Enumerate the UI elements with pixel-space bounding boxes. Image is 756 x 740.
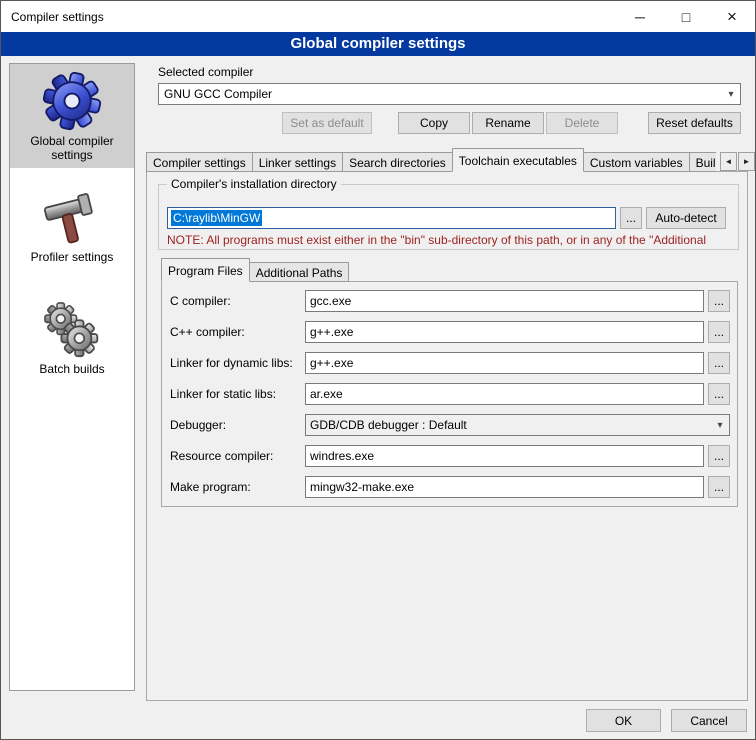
linker-static-browse-button[interactable]: ... xyxy=(708,383,730,405)
linker-dynamic-input[interactable]: g++.exe xyxy=(305,352,704,374)
installation-directory-value: C:\raylib\MinGW xyxy=(171,210,262,226)
installation-directory-input[interactable]: C:\raylib\MinGW xyxy=(167,207,616,229)
field-label: C++ compiler: xyxy=(170,325,245,339)
sidebar-item-label: Profiler settings xyxy=(12,250,132,264)
arrow-left-icon: ◄ xyxy=(725,157,733,166)
form-row-make-program: Make program: mingw32-make.exe ... xyxy=(162,476,737,498)
tab-custom-variables[interactable]: Custom variables xyxy=(583,152,690,172)
titlebar: Compiler settings ─ □ × xyxy=(1,1,755,32)
maximize-button[interactable]: □ xyxy=(663,1,709,32)
tab-program-files[interactable]: Program Files xyxy=(161,258,250,282)
form-row-resource-compiler: Resource compiler: windres.exe ... xyxy=(162,445,737,467)
selected-compiler-label: Selected compiler xyxy=(158,65,253,79)
close-button[interactable]: × xyxy=(709,1,755,32)
program-files-panel: C compiler: gcc.exe ... C++ compiler: g+… xyxy=(161,281,738,507)
cpp-compiler-input[interactable]: g++.exe xyxy=(305,321,704,343)
field-label: Linker for static libs: xyxy=(170,387,276,401)
note-text: NOTE: All programs must exist either in … xyxy=(167,233,741,247)
field-label: Make program: xyxy=(170,480,251,494)
sidebar-item-label: Global compiler settings xyxy=(12,134,132,162)
make-program-input[interactable]: mingw32-make.exe xyxy=(305,476,704,498)
program-tabstrip: Program Files Additional Paths xyxy=(161,258,561,282)
compiler-settings-dialog: Compiler settings ─ □ × Global compiler … xyxy=(0,0,756,740)
sidebar-item-global-compiler-settings[interactable]: Global compiler settings xyxy=(10,64,134,168)
compiler-select-value: GNU GCC Compiler xyxy=(164,87,272,101)
delete-button[interactable]: Delete xyxy=(546,112,618,134)
linker-dynamic-browse-button[interactable]: ... xyxy=(708,352,730,374)
field-label: Resource compiler: xyxy=(170,449,273,463)
installation-directory-group-label: Compiler's installation directory xyxy=(167,177,341,191)
tab-scroll-right-button[interactable]: ► xyxy=(738,152,755,171)
close-icon: × xyxy=(727,7,737,27)
tab-build-options[interactable]: Build xyxy=(689,152,716,172)
chevron-down-icon: ▾ xyxy=(711,420,729,431)
settings-tabstrip: Compiler settings Linker settings Search… xyxy=(146,148,716,172)
c-compiler-input[interactable]: gcc.exe xyxy=(305,290,704,312)
form-row-linker-dynamic: Linker for dynamic libs: g++.exe ... xyxy=(162,352,737,374)
cpp-compiler-browse-button[interactable]: ... xyxy=(708,321,730,343)
minimize-button[interactable]: ─ xyxy=(617,1,663,32)
profiler-tool-icon xyxy=(43,189,101,247)
form-row-c-compiler: C compiler: gcc.exe ... xyxy=(162,290,737,312)
compiler-gear-icon xyxy=(42,71,102,131)
cancel-button[interactable]: Cancel xyxy=(671,709,747,732)
rename-button[interactable]: Rename xyxy=(472,112,544,134)
set-as-default-button[interactable]: Set as default xyxy=(282,112,372,134)
debugger-select-value: GDB/CDB debugger : Default xyxy=(310,418,467,432)
form-row-linker-static: Linker for static libs: ar.exe ... xyxy=(162,383,737,405)
sidebar-item-batch-builds[interactable]: Batch builds xyxy=(10,294,134,382)
compiler-select[interactable]: GNU GCC Compiler ▾ xyxy=(158,83,741,105)
tab-scroll-left-button[interactable]: ◄ xyxy=(720,152,737,171)
c-compiler-browse-button[interactable]: ... xyxy=(708,290,730,312)
batch-gears-icon xyxy=(43,301,101,359)
debugger-select[interactable]: GDB/CDB debugger : Default ▾ xyxy=(305,414,730,436)
tab-additional-paths[interactable]: Additional Paths xyxy=(249,262,350,282)
sidebar-item-profiler-settings[interactable]: Profiler settings xyxy=(10,182,134,270)
field-label: C compiler: xyxy=(170,294,231,308)
field-label: Debugger: xyxy=(170,418,226,432)
page-title: Global compiler settings xyxy=(1,32,755,56)
field-label: Linker for dynamic libs: xyxy=(170,356,293,370)
resource-compiler-input[interactable]: windres.exe xyxy=(305,445,704,467)
chevron-down-icon: ▾ xyxy=(722,89,740,100)
minimize-icon: ─ xyxy=(635,9,645,25)
sidebar-item-label: Batch builds xyxy=(12,362,132,376)
form-row-cpp-compiler: C++ compiler: g++.exe ... xyxy=(162,321,737,343)
settings-category-sidebar: Global compiler settings Profiler settin… xyxy=(9,63,135,691)
make-program-browse-button[interactable]: ... xyxy=(708,476,730,498)
auto-detect-button[interactable]: Auto-detect xyxy=(646,207,726,229)
installation-directory-browse-button[interactable]: ... xyxy=(620,207,642,229)
ok-button[interactable]: OK xyxy=(586,709,661,732)
resource-compiler-browse-button[interactable]: ... xyxy=(708,445,730,467)
tab-linker-settings[interactable]: Linker settings xyxy=(252,152,343,172)
maximize-icon: □ xyxy=(682,9,690,25)
form-row-debugger: Debugger: GDB/CDB debugger : Default ▾ xyxy=(162,414,737,436)
reset-defaults-button[interactable]: Reset defaults xyxy=(648,112,741,134)
linker-static-input[interactable]: ar.exe xyxy=(305,383,704,405)
copy-button[interactable]: Copy xyxy=(398,112,470,134)
tab-compiler-settings[interactable]: Compiler settings xyxy=(146,152,253,172)
window-controls: ─ □ × xyxy=(617,1,755,32)
tab-search-directories[interactable]: Search directories xyxy=(342,152,453,172)
arrow-right-icon: ► xyxy=(743,157,751,166)
tab-toolchain-executables[interactable]: Toolchain executables xyxy=(452,148,584,172)
window-title: Compiler settings xyxy=(1,10,104,24)
